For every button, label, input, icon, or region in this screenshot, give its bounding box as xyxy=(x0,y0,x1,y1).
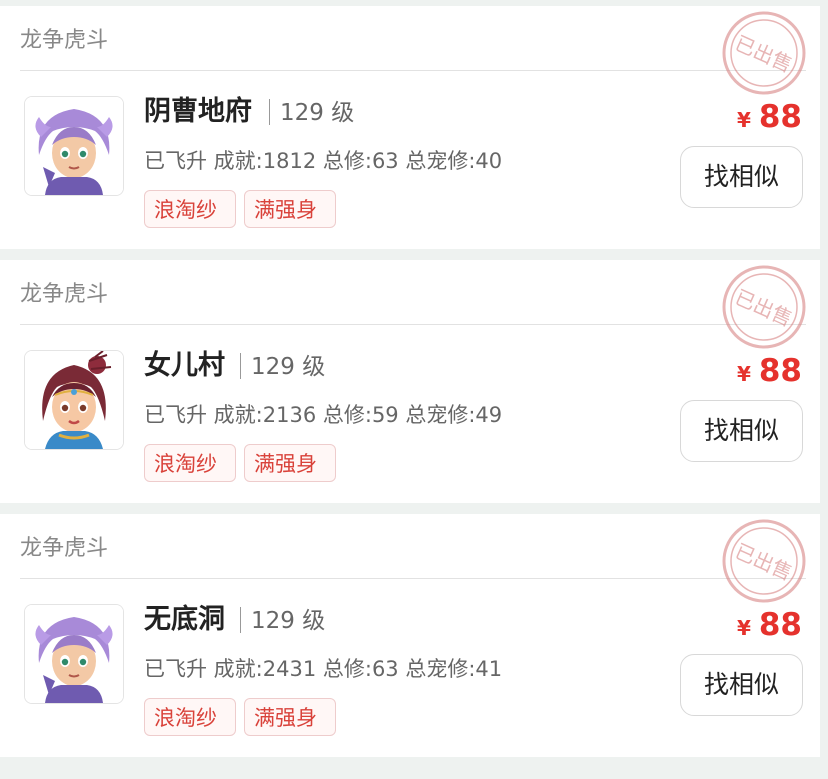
price-amount: 88 xyxy=(758,353,802,389)
price-amount: 88 xyxy=(758,607,802,643)
find-similar-button[interactable]: 找相似 xyxy=(680,146,803,208)
price-amount: 88 xyxy=(758,99,802,135)
level-label: 129 级 xyxy=(280,100,355,126)
server-name: 龙争虎斗 xyxy=(20,28,109,53)
tag-badge: 满强身 xyxy=(244,444,336,482)
sold-stamp: 已出售 xyxy=(721,518,807,604)
listing-card[interactable]: 龙争虎斗 已出售 阴曹地府 129 级 已飞升 成就:1812 总修:63 总宠… xyxy=(0,6,820,249)
sold-stamp-text: 已出售 xyxy=(731,539,796,585)
currency-symbol: ¥ xyxy=(736,362,751,386)
school-name: 无底洞 xyxy=(144,604,225,635)
title-separator xyxy=(240,353,241,379)
level-label: 129 级 xyxy=(251,354,326,380)
listing-card[interactable]: 龙争虎斗 已出售 无底洞 129 级 已飞升 成就:2431 总修:63 总宠修… xyxy=(0,514,820,757)
title-separator xyxy=(240,607,241,633)
server-name: 龙争虎斗 xyxy=(20,282,109,307)
listing-card[interactable]: 龙争虎斗 已出售 女儿村 129 级 已飞升 成就:2136 总修:59 总宠修… xyxy=(0,260,820,503)
price: ¥88 xyxy=(737,351,802,396)
divider xyxy=(20,70,806,71)
currency-symbol: ¥ xyxy=(736,108,751,132)
sold-stamp-text: 已出售 xyxy=(731,285,796,331)
divider xyxy=(20,324,806,325)
sold-stamp-text: 已出售 xyxy=(731,31,796,77)
find-similar-button[interactable]: 找相似 xyxy=(680,400,803,462)
currency-symbol: ¥ xyxy=(736,616,751,640)
tag-badge: 满强身 xyxy=(244,190,336,228)
school-name: 阴曹地府 xyxy=(144,96,252,127)
school-name: 女儿村 xyxy=(144,350,225,381)
sold-stamp: 已出售 xyxy=(721,264,807,350)
avatar-icon[interactable] xyxy=(24,96,124,196)
title-separator xyxy=(269,99,270,125)
price: ¥88 xyxy=(737,97,802,142)
divider xyxy=(20,578,806,579)
server-name: 龙争虎斗 xyxy=(20,536,109,561)
tag-badge: 满强身 xyxy=(244,698,336,736)
avatar-icon[interactable] xyxy=(24,350,124,450)
level-label: 129 级 xyxy=(251,608,326,634)
stats-text: 已飞升 成就:2431 总修:63 总宠修:41 xyxy=(144,657,503,681)
find-similar-button[interactable]: 找相似 xyxy=(680,654,803,716)
avatar-icon[interactable] xyxy=(24,604,124,704)
tag-badge: 浪淘纱 xyxy=(144,190,236,228)
price: ¥88 xyxy=(737,605,802,650)
sold-stamp: 已出售 xyxy=(721,10,807,96)
stats-text: 已飞升 成就:1812 总修:63 总宠修:40 xyxy=(144,149,503,173)
stats-text: 已飞升 成就:2136 总修:59 总宠修:49 xyxy=(144,403,503,427)
tag-badge: 浪淘纱 xyxy=(144,444,236,482)
tag-badge: 浪淘纱 xyxy=(144,698,236,736)
